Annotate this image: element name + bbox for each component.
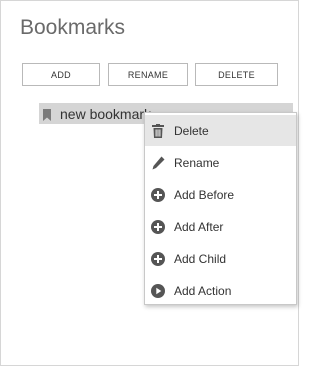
plus-circle-icon	[151, 219, 165, 234]
context-menu: Delete Rename Add Before Add After Add C…	[144, 112, 297, 305]
delete-button[interactable]: DELETE	[195, 63, 278, 86]
bookmark-icon	[43, 108, 51, 121]
menu-item-add-after[interactable]: Add After	[145, 211, 296, 242]
menu-item-label: Add After	[174, 219, 224, 234]
plus-circle-icon	[151, 187, 165, 202]
menu-item-rename[interactable]: Rename	[145, 147, 296, 178]
panel-title: Bookmarks	[20, 16, 126, 39]
menu-item-add-before[interactable]: Add Before	[145, 179, 296, 210]
menu-item-add-child[interactable]: Add Child	[145, 243, 296, 274]
rename-button[interactable]: RENAME	[108, 63, 188, 86]
play-circle-icon	[151, 283, 165, 298]
trash-icon	[151, 123, 165, 138]
menu-item-label: Add Child	[174, 251, 227, 266]
menu-item-delete[interactable]: Delete	[145, 115, 296, 146]
bookmarks-panel: Bookmarks ADD RENAME DELETE new bookmark	[0, 0, 299, 366]
menu-item-label: Add Action	[174, 283, 232, 298]
tree-item-label: new bookmark	[60, 105, 152, 122]
plus-circle-icon	[151, 251, 165, 266]
add-button[interactable]: ADD	[22, 63, 100, 86]
menu-item-label: Delete	[174, 123, 209, 138]
menu-item-add-action[interactable]: Add Action	[145, 275, 296, 306]
menu-item-label: Rename	[174, 155, 220, 170]
menu-item-label: Add Before	[174, 187, 235, 202]
pencil-icon	[151, 156, 165, 170]
